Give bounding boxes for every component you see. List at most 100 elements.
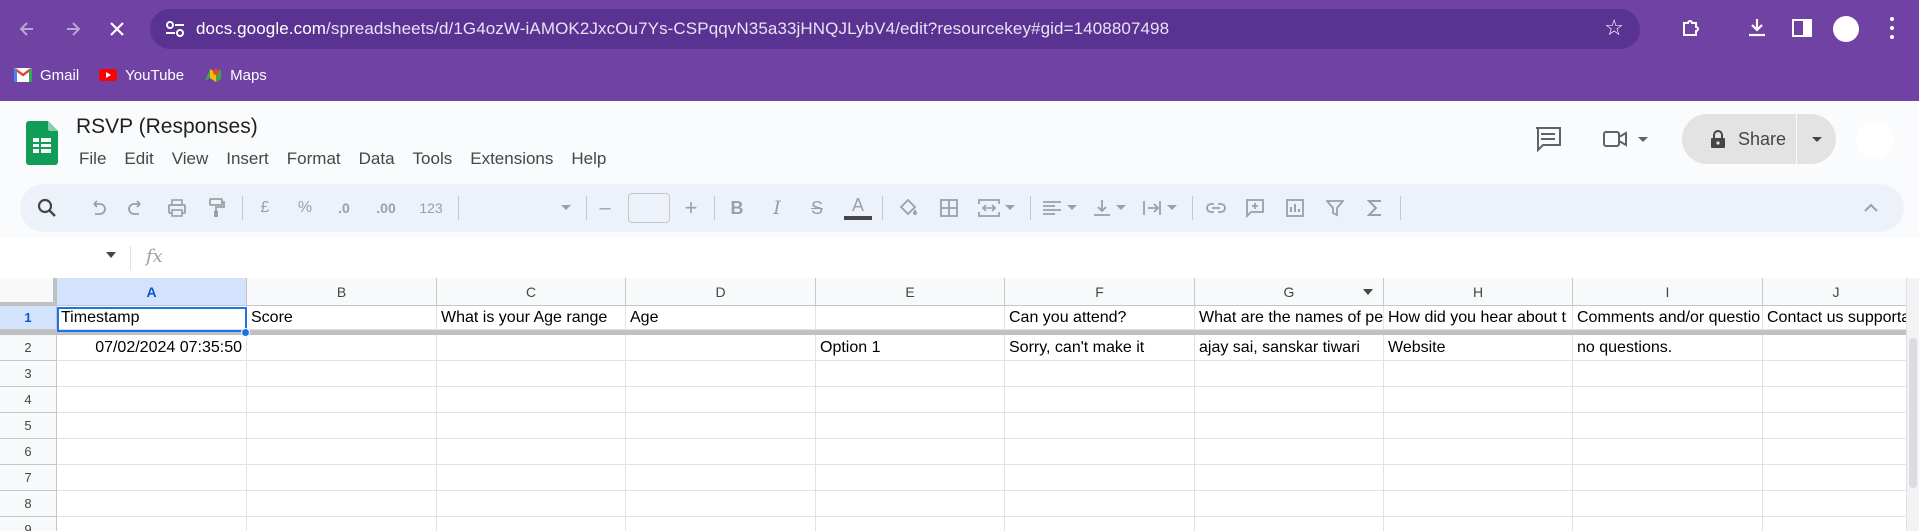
cell-h9[interactable]: [1384, 517, 1573, 531]
cell-e8[interactable]: [816, 491, 1005, 517]
cell-b5[interactable]: [247, 413, 437, 439]
cell-j3[interactable]: [1763, 361, 1910, 387]
insert-link-button[interactable]: [1200, 184, 1232, 232]
insert-chart-button[interactable]: [1280, 184, 1310, 232]
cell-g5[interactable]: [1195, 413, 1384, 439]
name-box-dropdown-icon[interactable]: [106, 252, 116, 258]
font-size-input[interactable]: [628, 193, 670, 223]
cell-e1[interactable]: [816, 306, 1005, 330]
cell-g9[interactable]: [1195, 517, 1384, 531]
cell-d2[interactable]: [626, 335, 816, 361]
column-header-i[interactable]: I: [1573, 278, 1763, 306]
column-header-a[interactable]: A: [57, 278, 247, 306]
cell-h7[interactable]: [1384, 465, 1573, 491]
cell-b7[interactable]: [247, 465, 437, 491]
percent-format-button[interactable]: %: [290, 184, 320, 232]
site-info-icon[interactable]: [164, 19, 186, 39]
downloads-button[interactable]: [1742, 13, 1772, 43]
cell-g3[interactable]: [1195, 361, 1384, 387]
create-filter-button[interactable]: [1320, 184, 1350, 232]
extensions-button[interactable]: [1676, 13, 1706, 43]
vertical-align-button[interactable]: [1086, 184, 1134, 232]
row-header-7[interactable]: 7: [0, 465, 57, 491]
column-header-d[interactable]: D: [626, 278, 816, 306]
cell-a7[interactable]: [57, 465, 247, 491]
select-all-corner[interactable]: [0, 278, 57, 306]
italic-button[interactable]: I: [762, 184, 792, 232]
cell-a8[interactable]: [57, 491, 247, 517]
menu-view[interactable]: View: [163, 147, 218, 171]
formula-input[interactable]: [180, 238, 1910, 279]
decrease-font-size-button[interactable]: –: [590, 184, 620, 232]
cell-c3[interactable]: [437, 361, 626, 387]
bookmark-star-icon[interactable]: ☆: [1604, 15, 1624, 41]
meet-button[interactable]: [1602, 119, 1650, 159]
cell-c6[interactable]: [437, 439, 626, 465]
cell-h4[interactable]: [1384, 387, 1573, 413]
cell-i6[interactable]: [1573, 439, 1763, 465]
menu-insert[interactable]: Insert: [217, 147, 278, 171]
side-panel-button[interactable]: [1787, 13, 1817, 43]
column-header-b[interactable]: B: [247, 278, 437, 306]
column-header-e[interactable]: E: [816, 278, 1005, 306]
doc-title[interactable]: RSVP (Responses): [76, 115, 258, 139]
cell-d5[interactable]: [626, 413, 816, 439]
column-header-c[interactable]: C: [437, 278, 626, 306]
cell-f4[interactable]: [1005, 387, 1195, 413]
row-header-2[interactable]: 2: [0, 335, 57, 361]
cell-a9[interactable]: [57, 517, 247, 531]
account-avatar[interactable]: [1856, 121, 1894, 159]
vertical-scrollbar[interactable]: [1906, 278, 1919, 531]
bookmark-maps[interactable]: Maps: [204, 67, 267, 84]
text-wrapping-button[interactable]: [1136, 184, 1184, 232]
scrollbar-thumb[interactable]: [1909, 338, 1917, 488]
cell-g6[interactable]: [1195, 439, 1384, 465]
bookmark-youtube[interactable]: YouTube: [99, 67, 184, 84]
cell-g2[interactable]: ajay sai, sanskar tiwari: [1195, 335, 1384, 361]
cell-j8[interactable]: [1763, 491, 1910, 517]
cell-j9[interactable]: [1763, 517, 1910, 531]
cell-i4[interactable]: [1573, 387, 1763, 413]
redo-button[interactable]: [122, 184, 152, 232]
cell-b4[interactable]: [247, 387, 437, 413]
comments-button[interactable]: [1534, 119, 1562, 159]
cell-f9[interactable]: [1005, 517, 1195, 531]
cell-h6[interactable]: [1384, 439, 1573, 465]
cell-a6[interactable]: [57, 439, 247, 465]
menu-tools[interactable]: Tools: [404, 147, 462, 171]
bold-button[interactable]: B: [722, 184, 752, 232]
insert-comment-button[interactable]: [1240, 184, 1270, 232]
share-button[interactable]: Share: [1682, 114, 1796, 164]
cell-d1[interactable]: Age: [626, 306, 816, 330]
print-button[interactable]: [162, 184, 192, 232]
cell-f8[interactable]: [1005, 491, 1195, 517]
cell-f6[interactable]: [1005, 439, 1195, 465]
cell-h8[interactable]: [1384, 491, 1573, 517]
horizontal-align-button[interactable]: [1036, 184, 1084, 232]
search-menus-button[interactable]: [32, 184, 62, 232]
cell-b8[interactable]: [247, 491, 437, 517]
column-header-j[interactable]: J: [1763, 278, 1910, 306]
cell-i9[interactable]: [1573, 517, 1763, 531]
cell-d8[interactable]: [626, 491, 816, 517]
cell-c9[interactable]: [437, 517, 626, 531]
paint-format-button[interactable]: [202, 184, 232, 232]
cell-f3[interactable]: [1005, 361, 1195, 387]
cell-h5[interactable]: [1384, 413, 1573, 439]
cell-h1[interactable]: How did you hear about t: [1384, 306, 1573, 330]
back-button[interactable]: [12, 14, 42, 44]
bookmark-gmail[interactable]: Gmail: [14, 67, 79, 84]
borders-button[interactable]: [934, 184, 964, 232]
fill-color-button[interactable]: [892, 184, 924, 232]
cell-g4[interactable]: [1195, 387, 1384, 413]
cell-j1[interactable]: Contact us supporta: [1763, 306, 1910, 330]
cell-h2[interactable]: Website: [1384, 335, 1573, 361]
cell-b9[interactable]: [247, 517, 437, 531]
name-box[interactable]: [0, 238, 128, 279]
cell-f2[interactable]: Sorry, can't make it: [1005, 335, 1195, 361]
cell-j6[interactable]: [1763, 439, 1910, 465]
cell-j7[interactable]: [1763, 465, 1910, 491]
cell-d7[interactable]: [626, 465, 816, 491]
cell-d4[interactable]: [626, 387, 816, 413]
hide-menus-button[interactable]: [1856, 184, 1886, 232]
